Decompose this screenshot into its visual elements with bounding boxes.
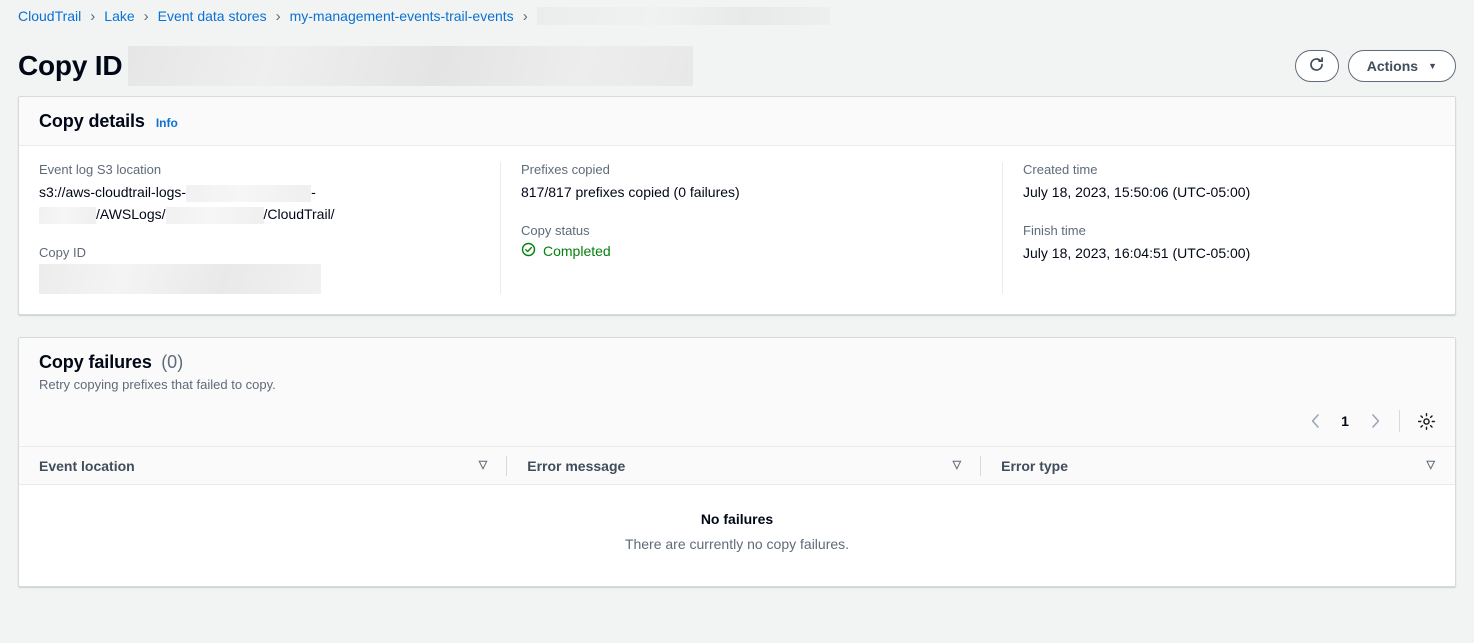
copy-failures-title: Copy failures <box>39 352 152 372</box>
copy-failures-title-row: Copy failures (0) <box>39 352 1435 373</box>
field-prefixes-copied: Prefixes copied 817/817 prefixes copied … <box>521 162 982 203</box>
info-link[interactable]: Info <box>156 116 178 130</box>
empty-state: No failures There are currently no copy … <box>19 485 1455 587</box>
column-header-label: Event location <box>39 458 135 474</box>
status-badge-label: Completed <box>543 243 611 259</box>
column-header-event-location[interactable]: Event location ▽ <box>19 447 507 485</box>
pagination-page-1[interactable]: 1 <box>1332 406 1358 436</box>
table-header-row: Event location ▽ Error message ▽ Error t… <box>19 447 1455 485</box>
field-value: s3://aws-cloudtrail-logs- - /AWSLogs/ /Clo… <box>39 181 480 225</box>
copy-details-card: Copy details Info Event log S3 location … <box>18 96 1456 315</box>
breadcrumb: CloudTrail › Lake › Event data stores › … <box>0 0 1474 32</box>
breadcrumb-item-cloudtrail[interactable]: CloudTrail <box>18 8 81 24</box>
details-column-1: Event log S3 location s3://aws-cloudtrai… <box>19 162 500 294</box>
refresh-icon <box>1308 56 1325 76</box>
page-title: Copy ID <box>18 50 122 82</box>
sort-icon[interactable]: ▽ <box>479 460 487 471</box>
field-label: Event log S3 location <box>39 162 480 177</box>
field-label: Copy status <box>521 223 982 238</box>
copy-failures-count: (0) <box>161 352 183 372</box>
field-label: Copy ID <box>39 245 480 260</box>
copy-failures-card: Copy failures (0) Retry copying prefixes… <box>18 337 1456 587</box>
copy-failures-table: Event location ▽ Error message ▽ Error t… <box>19 446 1455 586</box>
copy-details-title: Copy details <box>39 111 145 132</box>
breadcrumb-separator-icon: › <box>276 9 281 24</box>
page-header: Copy ID Actions ▼ <box>0 32 1474 96</box>
breadcrumb-item-current-redacted <box>537 7 830 25</box>
breadcrumb-item-event-data-stores[interactable]: Event data stores <box>158 8 267 24</box>
breadcrumb-item-lake[interactable]: Lake <box>104 8 134 24</box>
breadcrumb-separator-icon: › <box>90 9 95 24</box>
details-column-3: Created time July 18, 2023, 15:50:06 (UT… <box>1002 162 1455 294</box>
actions-button-label: Actions <box>1367 58 1418 74</box>
breadcrumb-separator-icon: › <box>144 9 149 24</box>
header-actions: Actions ▼ <box>1295 50 1456 82</box>
copy-failures-header: Copy failures (0) Retry copying prefixes… <box>19 338 1455 398</box>
field-label: Created time <box>1023 162 1435 177</box>
field-finish-time: Finish time July 18, 2023, 16:04:51 (UTC… <box>1023 223 1435 264</box>
empty-state-subtitle: There are currently no copy failures. <box>29 536 1445 552</box>
pagination-prev-icon[interactable] <box>1300 406 1330 436</box>
table-toolbar: 1 <box>19 398 1455 446</box>
column-header-label: Error message <box>527 458 625 474</box>
copy-id-value-redacted <box>39 264 321 294</box>
field-value: 817/817 prefixes copied (0 failures) <box>521 181 982 203</box>
s3-location-prefix: s3://aws-cloudtrail-logs- <box>39 184 186 200</box>
copy-details-body: Event log S3 location s3://aws-cloudtrai… <box>19 146 1455 314</box>
details-column-2: Prefixes copied 817/817 prefixes copied … <box>500 162 1002 294</box>
table-empty-row: No failures There are currently no copy … <box>19 485 1455 587</box>
settings-gear-icon[interactable] <box>1411 406 1441 436</box>
field-value: July 18, 2023, 16:04:51 (UTC-05:00) <box>1023 242 1435 264</box>
page-title-wrap: Copy ID <box>18 46 693 86</box>
field-value: July 18, 2023, 15:50:06 (UTC-05:00) <box>1023 181 1435 203</box>
column-header-label: Error type <box>1001 458 1068 474</box>
refresh-button[interactable] <box>1295 50 1339 82</box>
toolbar-divider <box>1399 410 1400 432</box>
s3-account-redacted <box>39 207 96 224</box>
s3-account-id-redacted <box>166 207 264 224</box>
actions-button[interactable]: Actions ▼ <box>1348 50 1456 82</box>
copy-details-header: Copy details Info <box>19 97 1455 146</box>
column-header-error-type[interactable]: Error type ▽ <box>981 447 1455 485</box>
s3-location-dash: - <box>311 184 316 200</box>
breadcrumb-separator-icon: › <box>523 9 528 24</box>
s3-bucket-redacted <box>186 185 311 202</box>
field-label: Finish time <box>1023 223 1435 238</box>
field-copy-status: Copy status Completed <box>521 223 982 262</box>
copy-failures-subtitle: Retry copying prefixes that failed to co… <box>39 377 1435 392</box>
sort-icon[interactable]: ▽ <box>953 460 961 471</box>
pagination: 1 <box>1300 406 1390 436</box>
field-label: Prefixes copied <box>521 162 982 177</box>
s3-location-suffix: /CloudTrail/ <box>264 206 335 222</box>
status-badge: Completed <box>521 242 611 260</box>
field-created-time: Created time July 18, 2023, 15:50:06 (UT… <box>1023 162 1435 203</box>
field-event-log-s3-location: Event log S3 location s3://aws-cloudtrai… <box>39 162 480 225</box>
pagination-next-icon[interactable] <box>1360 406 1390 436</box>
empty-state-title: No failures <box>29 511 1445 527</box>
breadcrumb-item-event-data-store-name[interactable]: my-management-events-trail-events <box>290 8 514 24</box>
sort-icon[interactable]: ▽ <box>1427 460 1435 471</box>
field-copy-id: Copy ID <box>39 245 480 294</box>
check-circle-icon <box>521 242 536 260</box>
s3-location-awslogs: /AWSLogs/ <box>96 206 166 222</box>
column-header-error-message[interactable]: Error message ▽ <box>507 447 981 485</box>
page-title-value-redacted <box>128 46 693 86</box>
chevron-down-icon: ▼ <box>1428 62 1437 71</box>
